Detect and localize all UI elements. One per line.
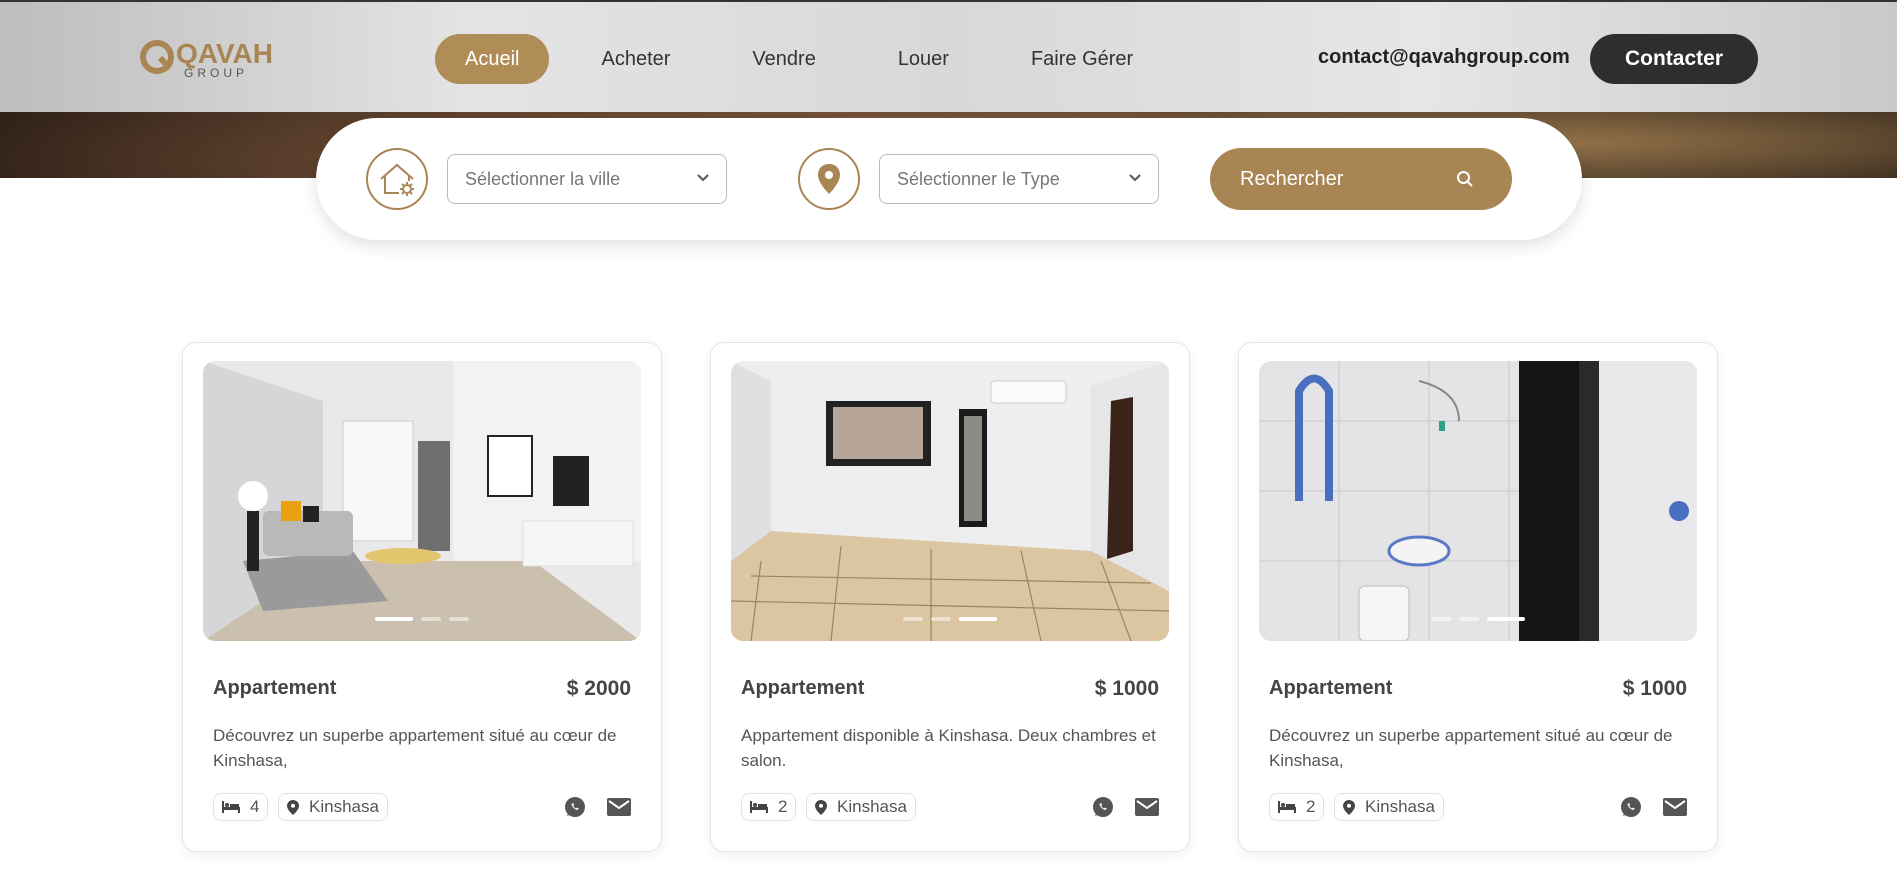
search-button[interactable]: Rechercher	[1210, 148, 1512, 210]
listing-price: $ 1000	[1622, 677, 1687, 700]
chevron-down-icon	[697, 174, 709, 182]
city-name: Kinshasa	[1365, 797, 1435, 816]
nav-item-vendre[interactable]: Vendre	[722, 34, 845, 84]
city-chip: Kinshasa	[278, 793, 388, 821]
email-icon[interactable]	[605, 793, 633, 821]
nav-item-louer[interactable]: Louer	[868, 34, 979, 84]
rooms-chip: 2	[741, 793, 797, 821]
top-navbar: QAVAH GROUP Acueil Acheter Vendre Louer …	[0, 0, 1897, 112]
location-pin-icon	[287, 799, 299, 815]
rooms-count: 2	[1306, 797, 1316, 816]
listing-description: Découvrez un superbe appartement situé a…	[1269, 726, 1673, 770]
email-icon[interactable]	[1661, 793, 1689, 821]
carousel-indicators[interactable]	[203, 617, 641, 621]
nav-item-accueil[interactable]: Acueil	[435, 34, 550, 84]
listing-title: Appartement	[1269, 677, 1393, 699]
listing-description: Appartement disponible à Kinshasa. Deux …	[741, 726, 1156, 770]
rooms-chip: 2	[1269, 793, 1325, 821]
search-bar: Sélectionner la ville Sélectionner le Ty…	[316, 118, 1582, 240]
location-pin-icon	[815, 799, 827, 815]
house-settings-icon	[366, 148, 428, 210]
bed-icon	[750, 801, 768, 813]
listing-title: Appartement	[741, 677, 865, 699]
listing-photo[interactable]	[203, 361, 641, 641]
city-name: Kinshasa	[837, 797, 907, 816]
rooms-count: 2	[778, 797, 788, 816]
city-name: Kinshasa	[309, 797, 379, 816]
nav-item-acheter[interactable]: Acheter	[571, 34, 700, 84]
whatsapp-icon[interactable]	[561, 793, 589, 821]
nav-item-faire-gerer[interactable]: Faire Gérer	[1001, 34, 1163, 84]
listing-price: $ 1000	[1094, 677, 1159, 700]
bed-icon	[222, 801, 240, 813]
city-chip: Kinshasa	[1334, 793, 1444, 821]
listing-card[interactable]: Appartement $ 1000 Appartement disponibl…	[710, 342, 1190, 852]
location-pin-icon	[1343, 799, 1355, 815]
main-nav: Acueil Acheter Vendre Louer Faire Gérer	[435, 34, 1185, 84]
logo[interactable]: QAVAH GROUP	[140, 36, 280, 82]
search-icon	[1457, 171, 1473, 187]
rooms-count: 4	[250, 797, 260, 816]
listing-photo[interactable]	[1259, 361, 1697, 641]
city-select-placeholder: Sélectionner la ville	[465, 169, 621, 189]
chevron-down-icon	[1129, 174, 1141, 182]
city-chip: Kinshasa	[806, 793, 916, 821]
contact-button[interactable]: Contacter	[1590, 34, 1758, 84]
listing-description: Découvrez un superbe appartement situé a…	[213, 726, 617, 770]
type-select[interactable]: Sélectionner le Type	[879, 154, 1159, 204]
whatsapp-icon[interactable]	[1617, 793, 1645, 821]
city-select[interactable]: Sélectionner la ville	[447, 154, 727, 204]
listing-photo[interactable]	[731, 361, 1169, 641]
bed-icon	[1278, 801, 1296, 813]
carousel-indicators[interactable]	[731, 617, 1169, 621]
search-button-label: Rechercher	[1240, 168, 1344, 190]
location-pin-icon	[798, 148, 860, 210]
contact-email[interactable]: contact@qavahgroup.com	[1318, 46, 1570, 69]
rooms-chip: 4	[213, 793, 269, 821]
listing-title: Appartement	[213, 677, 337, 699]
listing-card[interactable]: Appartement $ 1000 Découvrez un superbe …	[1238, 342, 1718, 852]
email-icon[interactable]	[1133, 793, 1161, 821]
type-select-placeholder: Sélectionner le Type	[897, 169, 1060, 189]
carousel-indicators[interactable]	[1259, 617, 1697, 621]
logo-q-mark	[140, 40, 174, 74]
listing-price: $ 2000	[566, 677, 631, 700]
whatsapp-icon[interactable]	[1089, 793, 1117, 821]
logo-subtext: GROUP	[184, 66, 249, 80]
listing-card[interactable]: Appartement $ 2000 Découvrez un superbe …	[182, 342, 662, 852]
